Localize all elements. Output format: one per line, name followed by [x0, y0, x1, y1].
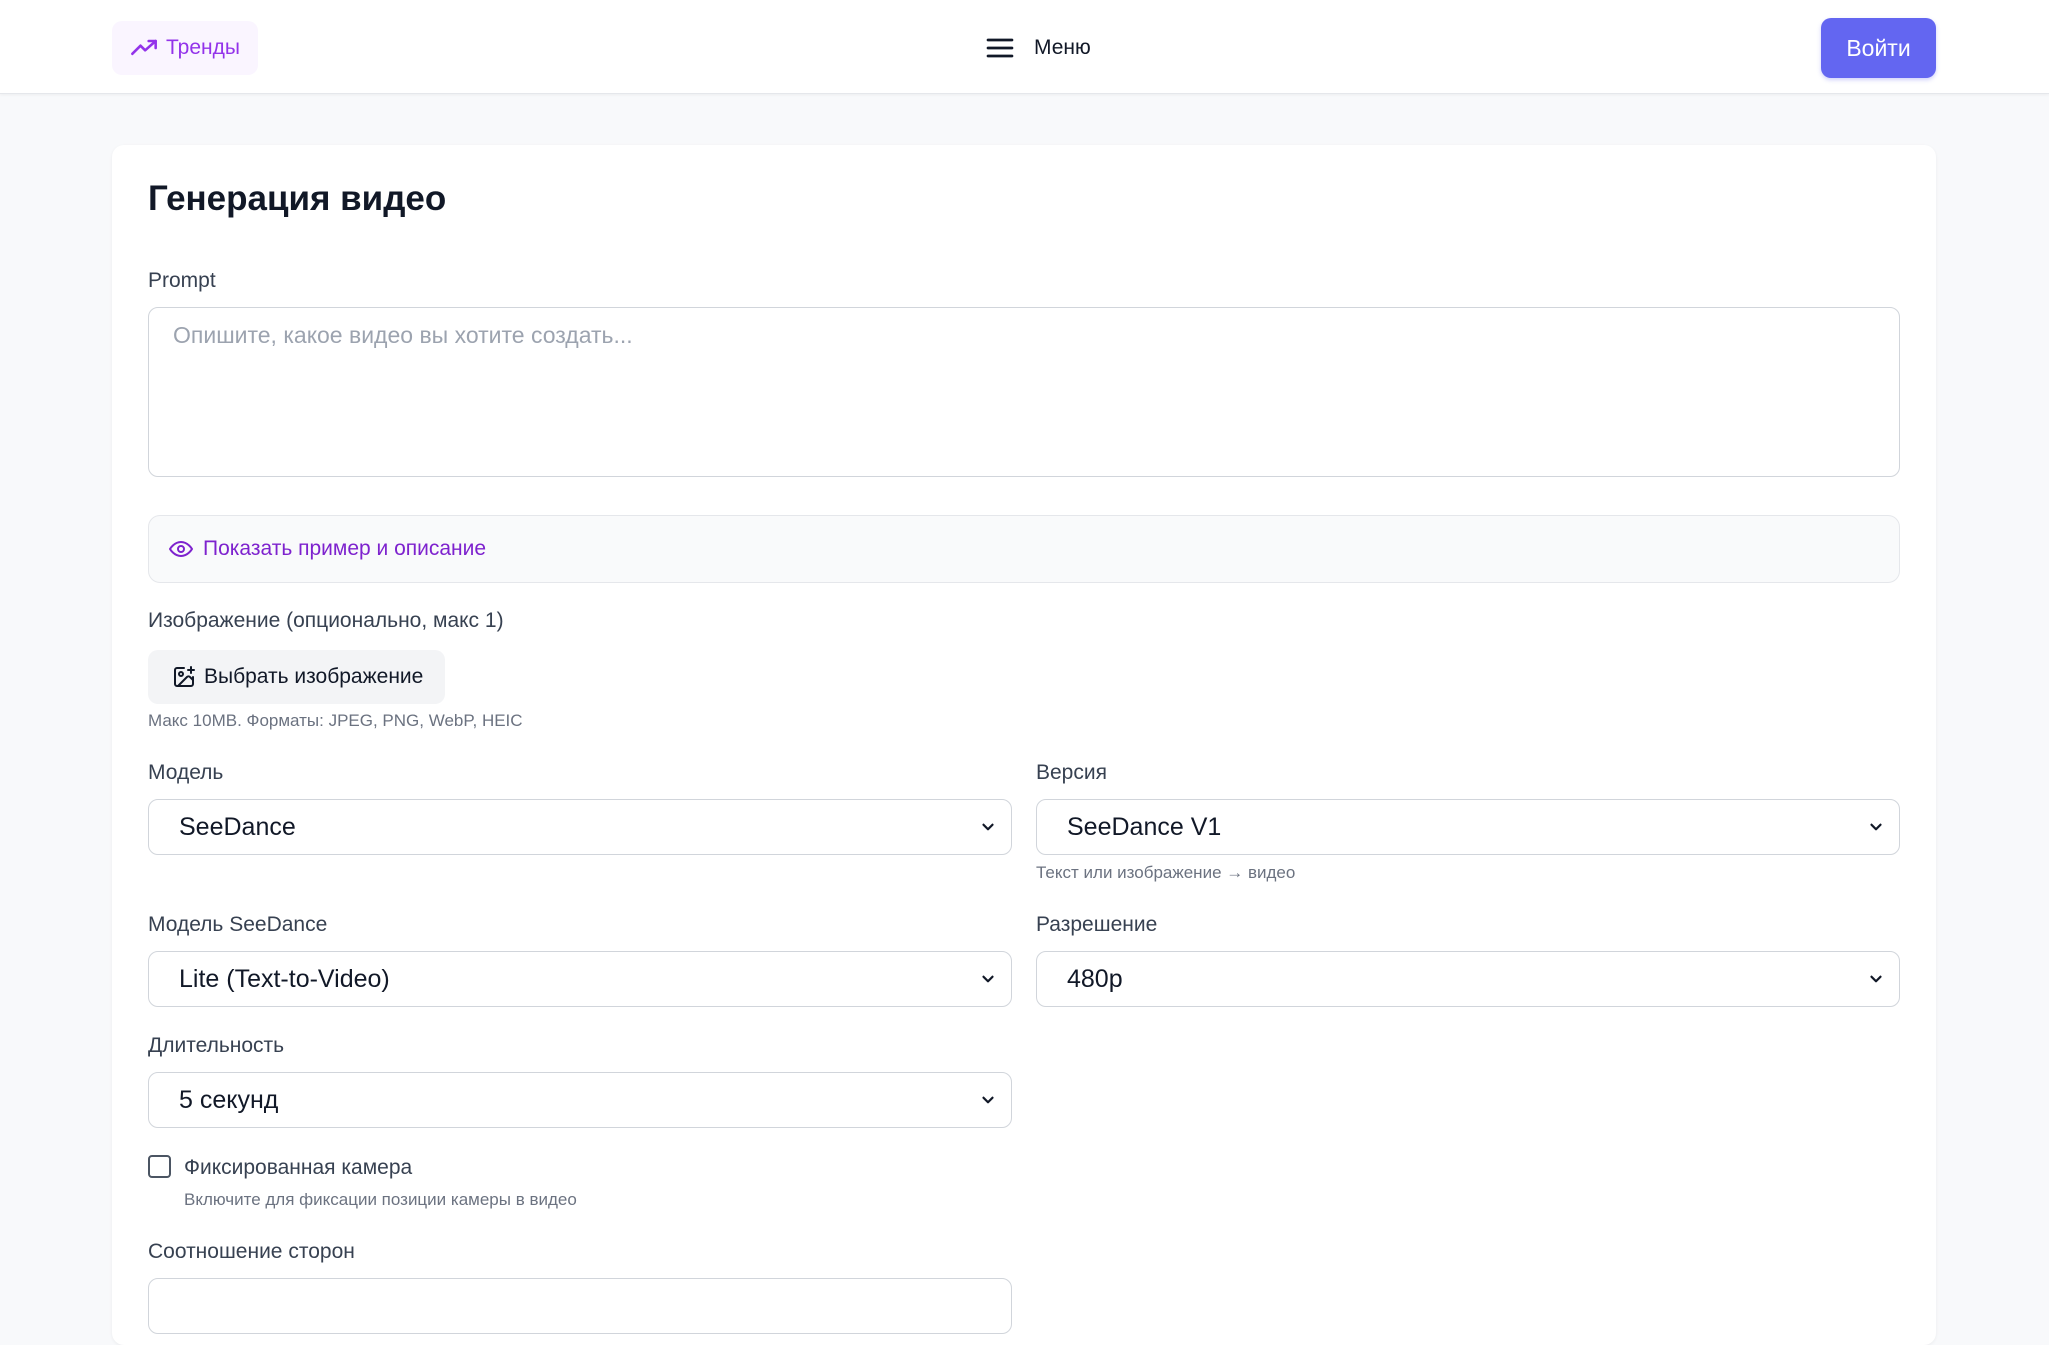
model-selected-value: SeeDance — [179, 812, 296, 841]
top-header: Тренды Меню Войти — [0, 0, 2049, 94]
version-select[interactable]: SeeDance V1 — [1036, 799, 1900, 855]
login-button[interactable]: Войти — [1821, 18, 1936, 78]
resolution-label: Разрешение — [1036, 913, 1158, 936]
prompt-input[interactable] — [148, 307, 1900, 477]
image-label: Изображение (опционально, макс 1) — [148, 609, 504, 632]
version-hint: Текст или изображение → видео — [1036, 863, 1296, 882]
seedance-model-label: Модель SeeDance — [148, 913, 328, 936]
pick-image-button[interactable]: Выбрать изображение — [148, 650, 446, 704]
trends-button[interactable]: Тренды — [112, 21, 258, 75]
resolution-selected-value: 480p — [1067, 964, 1123, 993]
seedance-model-select[interactable]: Lite (Text-to-Video) — [148, 951, 1012, 1007]
page-title: Генерация видео — [148, 179, 447, 218]
model-label: Модель — [148, 761, 224, 784]
duration-selected-value: 5 секунд — [179, 1085, 279, 1114]
aspect-ratio-label: Соотношение сторон — [148, 1240, 355, 1263]
eye-icon — [169, 537, 193, 561]
menu-button[interactable]: Меню — [984, 28, 1091, 68]
video-generation-card: Генерация видео Prompt Показать пример и… — [112, 145, 1936, 1345]
resolution-select[interactable]: 480p — [1036, 951, 1900, 1007]
chevron-down-icon — [979, 1091, 997, 1109]
show-example-toggle[interactable]: Показать пример и описание — [148, 515, 1900, 583]
prompt-label: Prompt — [148, 269, 216, 292]
image-hint: Макс 10MB. Форматы: JPEG, PNG, WebP, HEI… — [148, 711, 523, 730]
show-example-label: Показать пример и описание — [203, 537, 487, 560]
chevron-down-icon — [1867, 818, 1885, 836]
version-selected-value: SeeDance V1 — [1067, 812, 1222, 841]
duration-label: Длительность — [148, 1034, 285, 1057]
trending-up-icon — [130, 34, 158, 62]
fixed-camera-label: Фиксированная камера — [184, 1156, 413, 1179]
trends-label: Тренды — [166, 36, 240, 59]
duration-select[interactable]: 5 секунд — [148, 1072, 1012, 1128]
model-select[interactable]: SeeDance — [148, 799, 1012, 855]
chevron-down-icon — [979, 970, 997, 988]
chevron-down-icon — [979, 818, 997, 836]
hamburger-icon — [984, 32, 1016, 64]
version-label: Версия — [1036, 761, 1107, 784]
menu-label: Меню — [1034, 36, 1091, 59]
pick-image-label: Выбрать изображение — [204, 665, 424, 688]
fixed-camera-checkbox[interactable] — [148, 1155, 171, 1178]
aspect-ratio-select[interactable] — [148, 1278, 1012, 1334]
seedance-model-selected-value: Lite (Text-to-Video) — [179, 964, 390, 993]
chevron-down-icon — [1867, 970, 1885, 988]
fixed-camera-hint: Включите для фиксации позиции камеры в в… — [184, 1190, 577, 1209]
image-plus-icon — [172, 665, 196, 689]
